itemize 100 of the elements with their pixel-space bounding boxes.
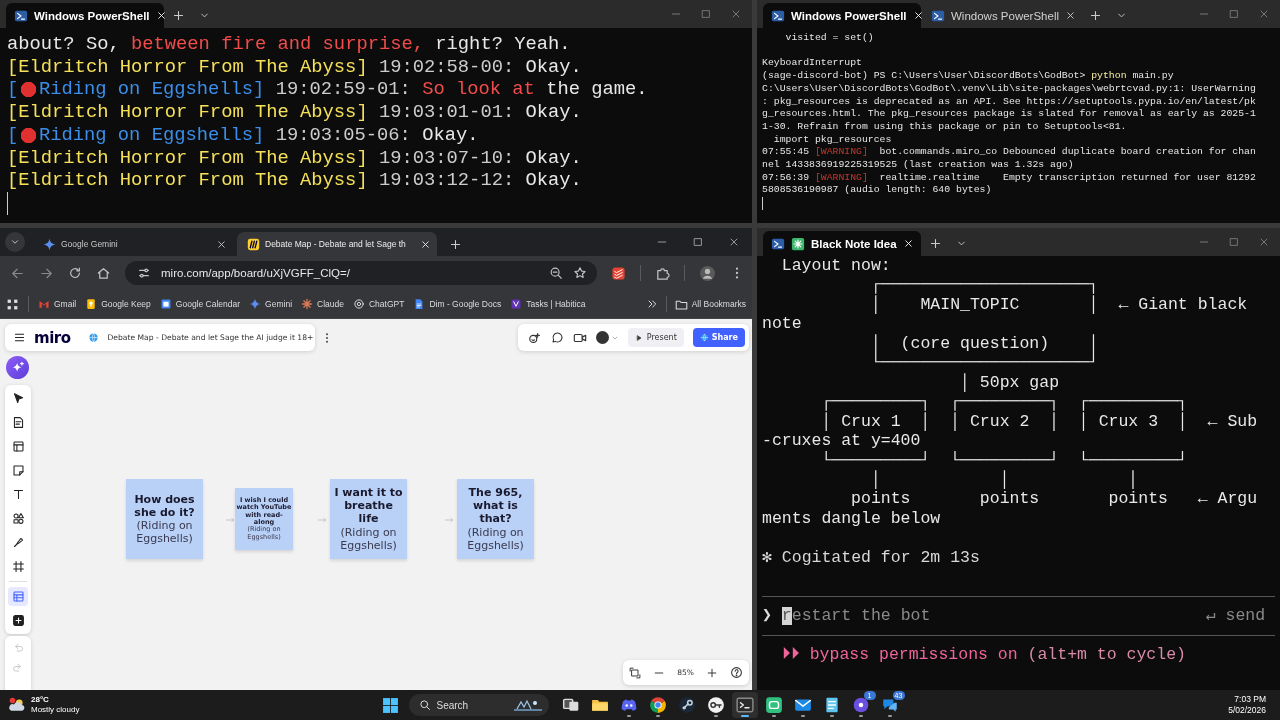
bookmark[interactable]: Google Calendar — [159, 298, 241, 310]
user-menu[interactable] — [595, 331, 619, 344]
terminal-tab[interactable]: Windows PowerShell — [923, 3, 1081, 28]
maximize-icon[interactable] — [1228, 236, 1240, 248]
menu-icon[interactable] — [13, 331, 26, 344]
asterisk-icon — [791, 236, 805, 251]
reload-icon[interactable] — [68, 266, 82, 280]
bookmark[interactable]: Gemini — [249, 298, 293, 310]
envelope-icon — [793, 696, 812, 714]
bookmark[interactable]: Tasks | Habitica — [510, 298, 586, 310]
browser-tab[interactable]: Google Gemini — [33, 232, 233, 256]
globe-icon — [88, 332, 100, 343]
puzzle-icon[interactable] — [655, 265, 670, 281]
sticky-note-icon — [11, 464, 25, 477]
terminal-line: [Eldritch Horror From The Abyss] 19:03:07-10: Okay. — [7, 146, 582, 170]
chat-bubble-icon[interactable] — [550, 331, 564, 344]
close-icon[interactable] — [912, 10, 924, 21]
terminal-line: 07:55:45 [WARNING] bot.commands.miro_co Debounced duplicate board creation for chan — [762, 146, 1256, 159]
tricolor-circle-icon — [648, 696, 667, 714]
bookmark[interactable]: Claude — [301, 298, 344, 310]
plus-icon[interactable] — [449, 237, 462, 251]
plus-square-icon — [11, 614, 25, 627]
connector-arrow — [318, 517, 327, 523]
note-title: I want it to breathe life — [333, 486, 404, 526]
checklist-icon[interactable] — [611, 265, 626, 281]
terminal-line: │ Crux 1 │ │ Crux 2 │ │ Crux 3 │ ← Sub — [820, 411, 1258, 432]
terminal-line: │ 50px gap — [959, 372, 1060, 393]
terminal-tab[interactable]: Windows PowerShell — [763, 3, 921, 28]
star-icon[interactable] — [573, 266, 587, 280]
table-icon — [11, 590, 25, 603]
help-icon[interactable] — [730, 666, 743, 679]
browser-tab[interactable]: Debate Map - Debate and let Sage th — [237, 232, 437, 256]
plus-icon[interactable] — [1089, 9, 1102, 22]
fit-screen-icon[interactable] — [629, 666, 642, 679]
key-icon — [706, 696, 725, 714]
plus-icon[interactable] — [172, 9, 185, 22]
maximize-icon[interactable] — [700, 8, 712, 20]
apps-icon[interactable] — [6, 297, 19, 311]
bookmark[interactable]: Dim - Google Docs — [413, 298, 502, 310]
terminal-icon — [735, 696, 754, 714]
address-bar[interactable]: miro.com/app/board/uXjVGFF_ClQ=/ — [125, 261, 597, 285]
close-icon[interactable] — [155, 10, 167, 21]
terminal-line: ┌─────────┐ ┌─────────┐ ┌─────────┐ — [820, 392, 1188, 412]
terminal-line: ┌─────────────────────┐ — [869, 275, 1099, 295]
terminal-line: 5808536190987 (audio length: 640 bytes) — [762, 184, 992, 198]
taskbar-app[interactable] — [731, 692, 758, 718]
terminal-tab[interactable]: Black Note Idea — [763, 231, 921, 256]
clock[interactable]: 7:03 PM 5/02/2026 — [1228, 694, 1280, 716]
shapes-icon — [11, 512, 25, 525]
all-bookmarks-button[interactable]: All Bookmarks — [674, 297, 746, 311]
terminal-line: │ (core question) │ — [869, 333, 1099, 354]
sparkle-icon — [43, 237, 56, 251]
search-highlight-drawing — [512, 698, 543, 712]
close-icon[interactable] — [216, 238, 227, 250]
zoom-out-icon[interactable] — [549, 266, 563, 280]
task-view-icon — [561, 696, 580, 714]
bookmark[interactable]: Google Keep — [85, 298, 151, 310]
sparkle-icon — [249, 298, 262, 310]
note-text: (Riding on Eggshells) — [466, 525, 525, 552]
terminal-line: └─────────┘ └─────────┘ └─────────┘ — [820, 450, 1188, 470]
terminal-line: │ MAIN_TOPIC │ ← Giant black — [869, 294, 1248, 315]
starburst-icon — [301, 298, 314, 310]
globe-icon — [699, 333, 709, 342]
text-icon — [11, 488, 25, 501]
maximize-icon[interactable] — [692, 236, 704, 248]
ai-assistant-button[interactable] — [6, 356, 29, 379]
terminal-line: -cruxes at y=400 — [762, 431, 921, 451]
weather-condition: Mostly cloudy — [31, 705, 80, 715]
search-box[interactable]: Search — [408, 694, 549, 716]
disc-icon — [851, 696, 870, 714]
chevron-down-icon — [10, 237, 20, 247]
terminal-line: Layout now: — [780, 256, 891, 276]
terminal-line: nel 1433836919225319525 (last creation was 1.32s ago) — [762, 159, 1074, 172]
temperature: 28°C — [31, 695, 49, 705]
bookmark[interactable]: Gmail — [38, 298, 77, 310]
plus-icon[interactable] — [706, 666, 718, 679]
terminal-line: [Eldritch Horror From The Abyss] 19:03:01-01: Okay. — [7, 101, 582, 124]
close-icon[interactable] — [1065, 10, 1076, 21]
maximize-icon[interactable] — [1228, 8, 1240, 20]
terminal-line: [ Riding on Eggshells] 19:03:05-06: Okay. — [7, 123, 479, 147]
miro-logo: miro — [34, 328, 71, 347]
plus-icon[interactable] — [929, 237, 942, 250]
weather-icon — [8, 696, 26, 714]
bookmark[interactable]: ChatGPT — [352, 298, 405, 310]
document-icon — [11, 416, 25, 429]
rounded-square-icon — [764, 696, 783, 714]
knot-icon — [352, 298, 365, 310]
linked-circles-icon — [677, 696, 696, 714]
reaction-icon[interactable] — [527, 330, 542, 345]
avatar-icon[interactable] — [699, 264, 716, 282]
terminal-tab[interactable]: Windows PowerShell — [6, 3, 164, 28]
close-icon[interactable] — [902, 238, 914, 249]
home-icon[interactable] — [96, 265, 111, 281]
present-button[interactable]: Present — [627, 328, 684, 347]
terminal-line: ✻ Cogitated for 2m 13s — [762, 547, 980, 568]
site-settings-icon[interactable] — [137, 266, 151, 280]
terminal-line: [ Riding on Eggshells] 19:02:59-01: So look at the game. — [7, 78, 648, 102]
frame-icon — [11, 560, 25, 573]
share-button[interactable]: Share — [692, 328, 745, 347]
close-icon[interactable] — [420, 238, 431, 250]
